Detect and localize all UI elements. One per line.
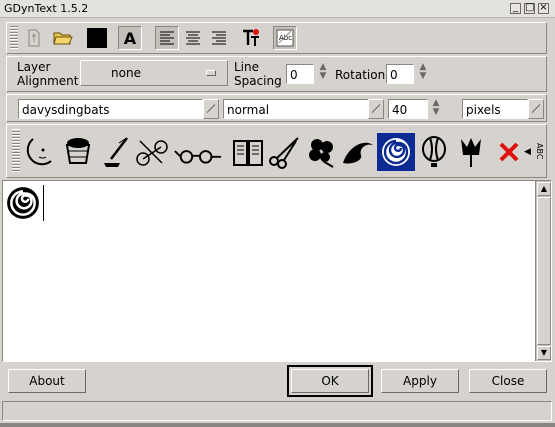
font-family-dropdown[interactable] xyxy=(203,99,219,119)
layer-alignment-select[interactable]: none xyxy=(80,60,228,86)
glyph-balloon[interactable] xyxy=(415,133,453,171)
minimize-button[interactable]: _ xyxy=(510,2,521,14)
text-editor[interactable]: ▲ ▼ xyxy=(2,180,552,362)
text-cursor xyxy=(43,185,44,221)
antialias-icon[interactable]: A xyxy=(118,26,142,50)
line-spacing-input[interactable]: 0 xyxy=(286,64,314,84)
glyph-bicycle[interactable] xyxy=(133,133,171,171)
scroll-up-button[interactable]: ▲ xyxy=(537,182,551,196)
rotation-spinner[interactable]: ▲ ▼ xyxy=(417,63,429,81)
charmap-bar: ◀ ABC xyxy=(6,124,547,178)
font-bar: davysdingbats normal 40 ▲ ▼ pixels xyxy=(6,94,547,122)
size-unit-dropdown[interactable] xyxy=(528,99,544,119)
line-spacing-spinner[interactable]: ▲ ▼ xyxy=(317,63,329,81)
glyph-wave[interactable] xyxy=(339,133,377,171)
rotation-label: Rotation xyxy=(335,68,386,82)
glyph-rose[interactable] xyxy=(377,133,415,171)
scroll-down-button[interactable]: ▼ xyxy=(537,346,551,360)
delete-icon[interactable] xyxy=(495,133,523,171)
options-bar: Layer Alignment none Line Spacing 0 ▲ ▼ R… xyxy=(6,56,547,92)
ok-button[interactable]: OK xyxy=(291,369,369,393)
status-bar xyxy=(2,401,552,421)
layer-alignment-value: none xyxy=(111,66,141,80)
glyph-basket[interactable] xyxy=(59,133,97,171)
close-button[interactable]: Close xyxy=(469,369,547,393)
option-menu-indicator-icon xyxy=(206,70,216,76)
rotation-input[interactable]: 0 xyxy=(386,64,414,84)
title-bar: GDynText 1.5.2 _ □ × xyxy=(0,0,555,18)
glyph-spectacles[interactable] xyxy=(171,133,225,171)
charmap-grip[interactable] xyxy=(12,129,20,173)
scroll-thumb[interactable] xyxy=(537,197,551,345)
font-size-spinner[interactable]: ▲ ▼ xyxy=(430,99,442,117)
size-unit-input[interactable]: pixels xyxy=(462,99,528,119)
glyph-flower[interactable] xyxy=(303,133,341,171)
open-folder-icon[interactable] xyxy=(51,26,75,50)
abc-direction-icon[interactable]: ◀ ABC xyxy=(524,135,544,171)
apply-button[interactable]: Apply xyxy=(381,369,459,393)
maximize-button[interactable]: □ xyxy=(524,2,535,14)
align-left-icon[interactable] xyxy=(155,26,179,50)
font-style-dropdown[interactable] xyxy=(368,99,384,119)
toolbar-grip[interactable] xyxy=(10,26,18,50)
toolbar: A Abc xyxy=(6,22,547,54)
preview-icon[interactable]: Abc xyxy=(273,26,297,50)
align-right-icon[interactable] xyxy=(207,26,231,50)
font-size-input[interactable]: 40 xyxy=(388,99,428,119)
align-center-icon[interactable] xyxy=(181,26,205,50)
color-swatch xyxy=(87,28,107,48)
close-window-button[interactable]: × xyxy=(538,2,549,14)
glyph-moon[interactable] xyxy=(23,133,61,171)
charmap-strip xyxy=(23,131,489,173)
font-family-input[interactable]: davysdingbats xyxy=(18,99,203,119)
glyph-book[interactable] xyxy=(229,133,267,171)
vertical-scrollbar[interactable]: ▲ ▼ xyxy=(535,181,551,361)
color-swatch-icon[interactable] xyxy=(85,26,109,50)
glyph-tulip[interactable] xyxy=(451,133,489,171)
font-style-input[interactable]: normal xyxy=(223,99,369,119)
editor-glyph-rose xyxy=(5,185,41,223)
glyph-scissors[interactable] xyxy=(265,133,303,171)
about-button[interactable]: About xyxy=(8,369,86,393)
window-bottom-edge xyxy=(0,423,555,427)
line-spacing-label: Line Spacing xyxy=(234,60,282,88)
text-tool-icon[interactable] xyxy=(239,26,263,50)
window-title: GDynText 1.5.2 xyxy=(4,2,89,15)
new-icon[interactable] xyxy=(22,26,46,50)
layer-alignment-label: Layer Alignment xyxy=(17,60,79,88)
glyph-quill[interactable] xyxy=(97,133,135,171)
